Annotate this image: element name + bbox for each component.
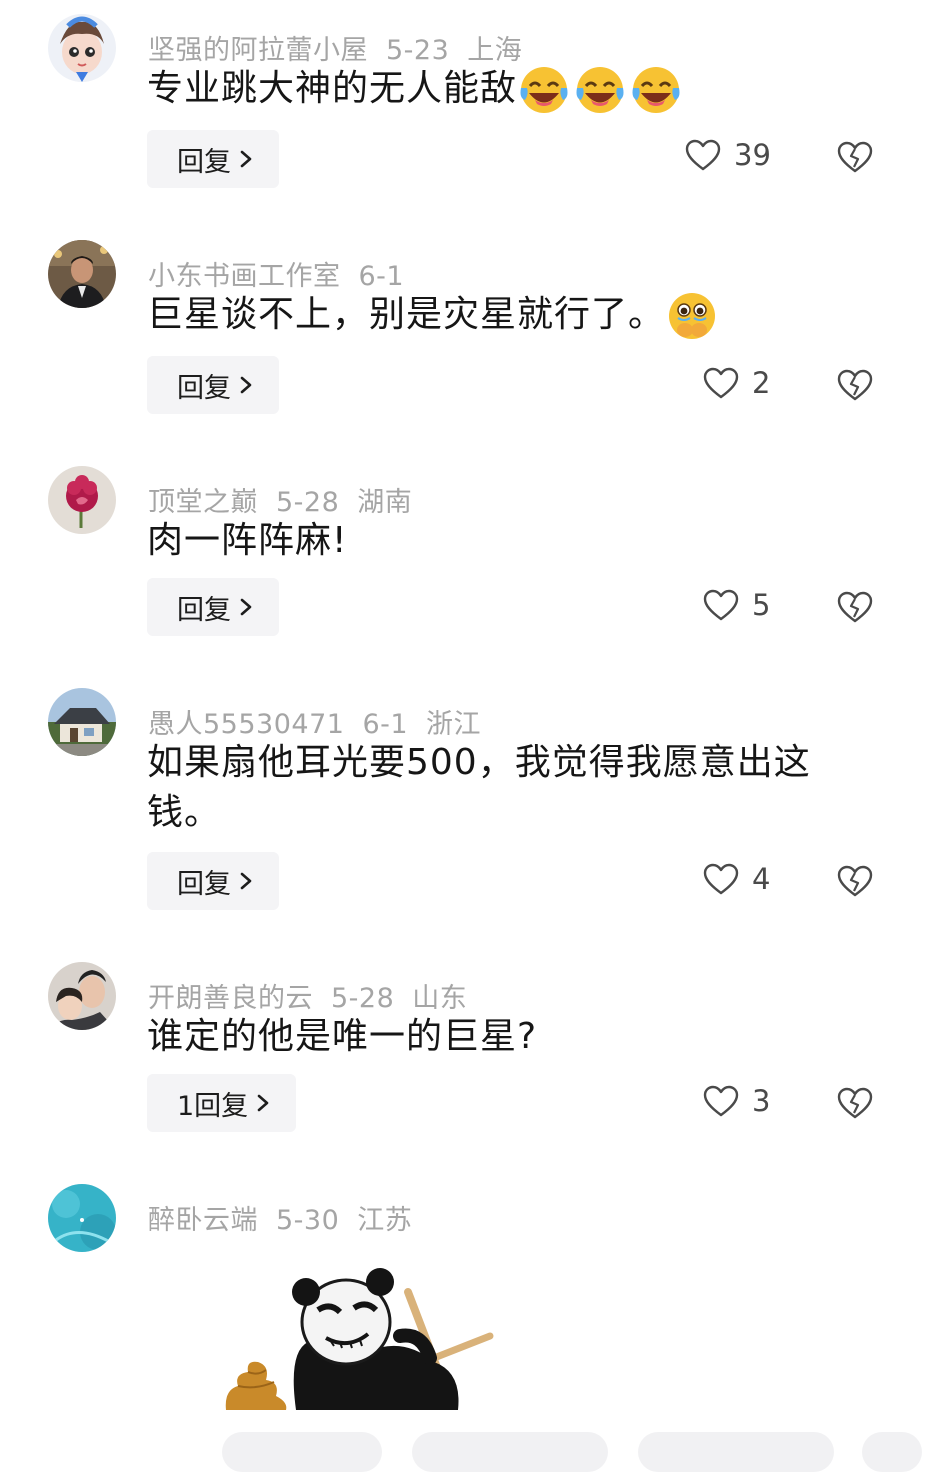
chevron-right-icon — [240, 872, 252, 890]
avatar[interactable] — [48, 1184, 116, 1252]
reply-label: 回复 — [177, 372, 231, 404]
comment-date: 5-28 — [276, 487, 340, 518]
bottom-action-pill[interactable] — [412, 1432, 608, 1472]
comment-body: 谁定的他是唯一的巨星? — [147, 1016, 538, 1057]
comment-meta: 小东书画工作室 6-1 — [148, 254, 422, 293]
comment-meta: 顶堂之巅 5-28 湖南 — [148, 480, 430, 519]
reply-label: 回复 — [177, 594, 231, 626]
broken-heart-icon[interactable] — [836, 368, 874, 402]
like-count: 2 — [752, 366, 771, 400]
like-button[interactable]: 4 — [702, 862, 770, 896]
like-count: 3 — [752, 1084, 771, 1118]
comment-body: 巨星谈不上，别是灾星就行了。 — [147, 294, 666, 335]
username[interactable]: 愚人55530471 — [148, 709, 344, 740]
comment-meta: 开朗善良的云 5-28 山东 — [148, 976, 485, 1015]
comment-date: 5-28 — [331, 983, 395, 1014]
avatar[interactable] — [48, 14, 116, 82]
chevron-right-icon — [240, 150, 252, 168]
avatar[interactable] — [48, 240, 116, 308]
reply-button[interactable]: 1回复 — [147, 1074, 297, 1132]
comment-body: 肉一阵阵麻! — [147, 520, 348, 561]
comment-meta: 愚人55530471 6-1 浙江 — [148, 702, 499, 741]
like-count: 4 — [752, 862, 771, 896]
username[interactable]: 坚强的阿拉蕾小屋 — [148, 35, 368, 66]
tears-of-joy-emoji — [573, 64, 629, 114]
heart-outline-icon — [685, 139, 721, 171]
comment-body: 专业跳大神的无人能敌 — [147, 68, 518, 109]
broken-heart-icon[interactable] — [836, 864, 874, 898]
comment-meta: 醉卧云端 5-30 江苏 — [148, 1198, 430, 1237]
heart-outline-icon — [703, 863, 739, 895]
chevron-right-icon — [257, 1094, 269, 1112]
avatar[interactable] — [48, 466, 116, 534]
avatar[interactable] — [48, 688, 116, 756]
comment-location: 湖南 — [357, 487, 413, 518]
avatar[interactable] — [48, 962, 116, 1030]
broken-heart-icon[interactable] — [836, 590, 874, 624]
comment-text: 谁定的他是唯一的巨星? — [147, 1012, 867, 1062]
comment-meta: 坚强的阿拉蕾小屋 5-23 上海 — [148, 28, 540, 67]
chevron-right-icon — [240, 598, 252, 616]
username[interactable]: 醉卧云端 — [148, 1205, 258, 1236]
like-button[interactable]: 5 — [702, 588, 770, 622]
like-button[interactable]: 3 — [702, 1084, 770, 1118]
reply-label: 回复 — [177, 868, 231, 900]
comment-date: 6-1 — [358, 261, 405, 292]
broken-heart-icon[interactable] — [836, 1086, 874, 1120]
reply-button[interactable]: 回复 — [147, 356, 279, 414]
comment-location: 江苏 — [357, 1205, 413, 1236]
tears-of-joy-emoji — [517, 64, 573, 114]
face-holding-back-tears-emoji — [665, 290, 721, 340]
like-button[interactable]: 39 — [684, 138, 771, 172]
reply-label: 1回复 — [177, 1090, 249, 1122]
username[interactable]: 开朗善良的云 — [148, 983, 313, 1014]
username[interactable]: 顶堂之巅 — [148, 487, 258, 518]
comment-location: 山东 — [412, 983, 468, 1014]
username[interactable]: 小东书画工作室 — [148, 261, 341, 292]
comment-location: 浙江 — [426, 709, 482, 740]
heart-outline-icon — [703, 367, 739, 399]
chevron-right-icon — [240, 376, 252, 394]
comment-text: 肉一阵阵麻! — [147, 516, 867, 566]
heart-outline-icon — [703, 1085, 739, 1117]
like-count: 39 — [734, 138, 771, 172]
comment-date: 6-1 — [362, 709, 409, 740]
broken-heart-icon[interactable] — [836, 140, 874, 174]
reply-button[interactable]: 回复 — [147, 852, 279, 910]
bottom-action-pill[interactable] — [862, 1432, 922, 1472]
comment-date: 5-30 — [276, 1205, 340, 1236]
reply-label: 回复 — [177, 146, 231, 178]
bottom-action-pill[interactable] — [638, 1432, 834, 1472]
panda-meme-sticker[interactable] — [208, 1262, 498, 1410]
heart-outline-icon — [703, 589, 739, 621]
reply-button[interactable]: 回复 — [147, 130, 279, 188]
comment-text: 如果扇他耳光要500，我觉得我愿意出这钱。 — [147, 738, 852, 838]
bottom-action-pill[interactable] — [222, 1432, 382, 1472]
comment-text: 专业跳大神的无人能敌 — [147, 64, 867, 114]
reply-button[interactable]: 回复 — [147, 578, 279, 636]
comment-text: 巨星谈不上，别是灾星就行了。 — [147, 290, 867, 340]
like-button[interactable]: 2 — [702, 366, 770, 400]
comment-body: 如果扇他耳光要500，我觉得我愿意出这钱。 — [147, 742, 811, 833]
comment-date: 5-23 — [386, 35, 450, 66]
like-count: 5 — [752, 588, 771, 622]
comment-location: 上海 — [467, 35, 523, 66]
tears-of-joy-emoji — [629, 64, 685, 114]
